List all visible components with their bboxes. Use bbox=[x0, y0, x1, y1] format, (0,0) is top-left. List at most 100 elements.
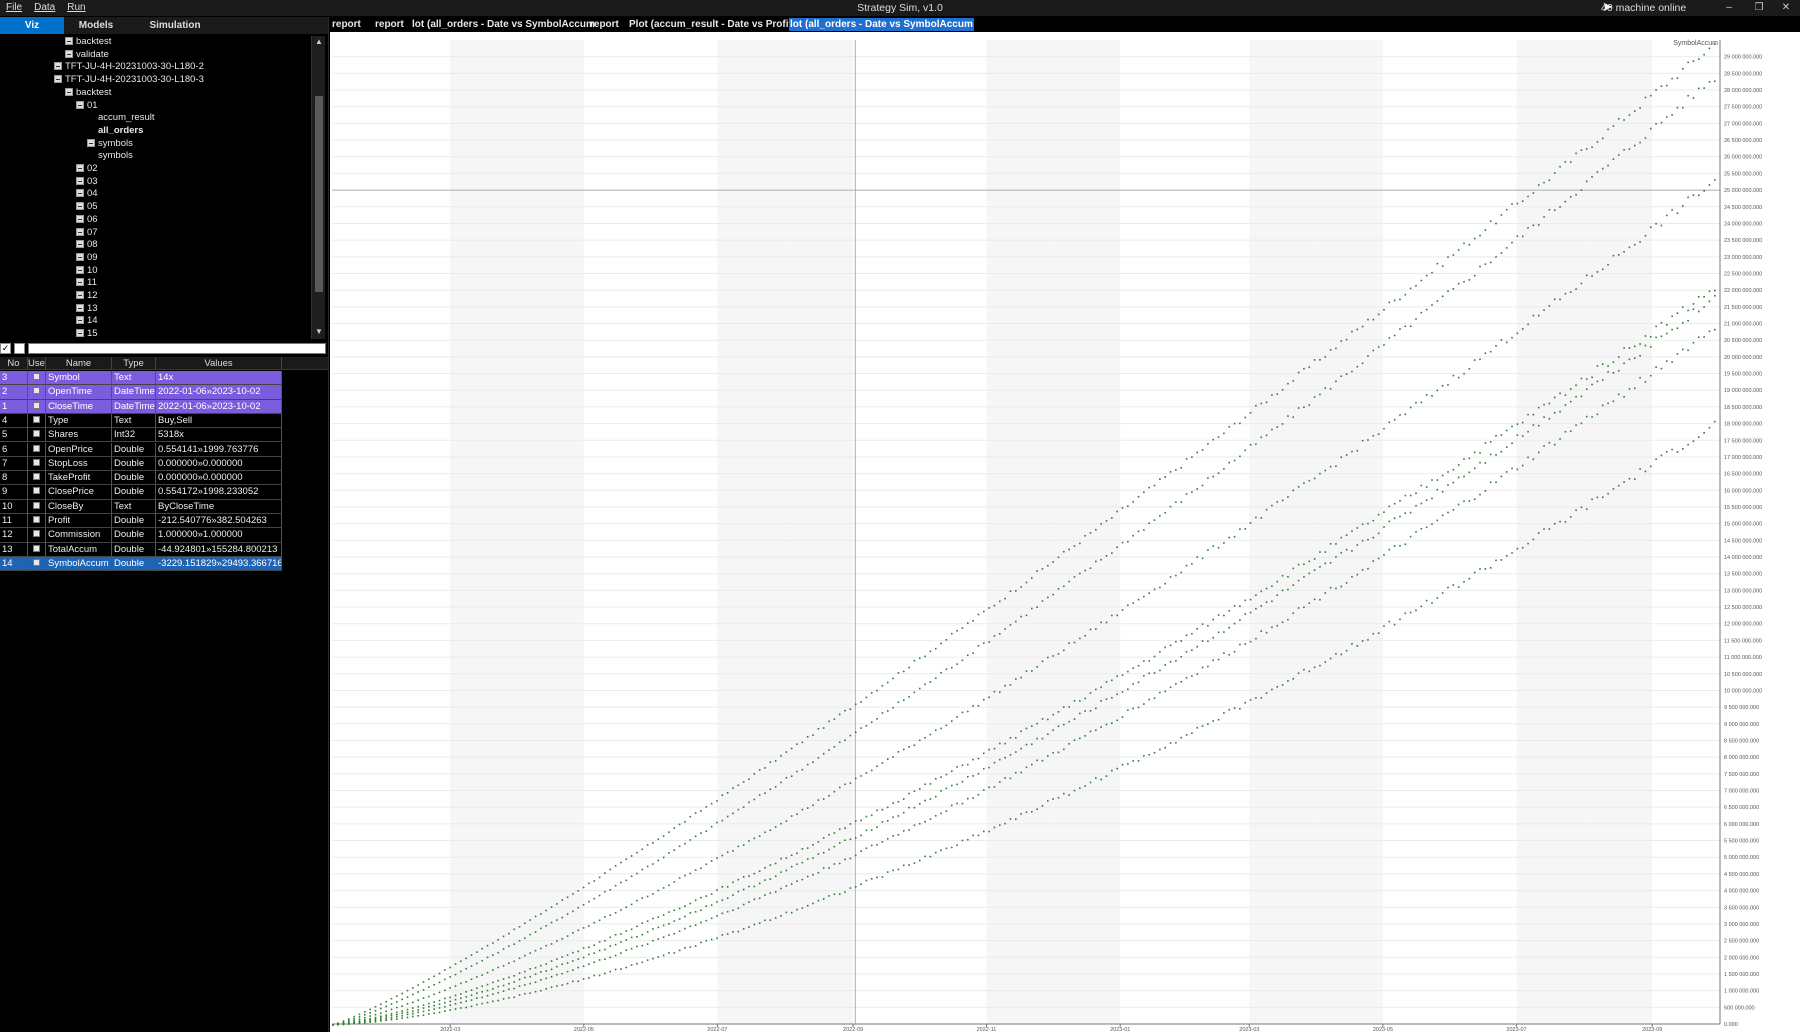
table-row[interactable]: 3 Symbol Text 14x bbox=[0, 371, 282, 386]
table-row[interactable]: 8 TakeProfit Double 0.000000»0.000000 bbox=[0, 471, 282, 486]
collapse-toggle-icon[interactable] bbox=[54, 75, 62, 84]
table-row[interactable]: 14 SymbolAccum Double -3229.151829»29493.36… bbox=[0, 556, 282, 572]
use-checkbox[interactable] bbox=[33, 501, 40, 509]
close-button[interactable]: ✕ bbox=[1772, 0, 1800, 16]
collapse-toggle-icon[interactable] bbox=[76, 303, 84, 312]
collapse-toggle-icon[interactable] bbox=[76, 227, 84, 236]
tree-node[interactable]: backtest bbox=[65, 36, 111, 49]
collapse-toggle-icon[interactable] bbox=[65, 87, 73, 96]
table-row[interactable]: 1 CloseTime DateTime 2022-01-06»2023-10-02 bbox=[0, 399, 282, 414]
tree-node[interactable]: accum_result bbox=[98, 112, 155, 125]
tree-node[interactable]: 11 bbox=[76, 277, 97, 290]
table-row[interactable]: 10 CloseBy Text ByCloseTime bbox=[0, 499, 282, 514]
doc-tab-report-2[interactable]: report bbox=[375, 18, 404, 31]
cell-use[interactable] bbox=[28, 471, 46, 486]
use-checkbox[interactable] bbox=[33, 430, 40, 438]
doc-tab-report-1[interactable]: report bbox=[332, 18, 361, 31]
tab-models[interactable]: Models bbox=[64, 17, 128, 34]
cell-use[interactable] bbox=[28, 385, 46, 400]
tree-node[interactable]: 05 bbox=[76, 201, 98, 214]
collapse-toggle-icon[interactable] bbox=[76, 291, 84, 299]
header-name[interactable]: Name bbox=[46, 357, 112, 370]
menu-run[interactable]: Run bbox=[67, 2, 85, 13]
use-checkbox[interactable] bbox=[33, 544, 40, 552]
header-values[interactable]: Values bbox=[156, 357, 282, 370]
menu-data[interactable]: Data bbox=[34, 2, 55, 13]
header-use[interactable]: Use bbox=[28, 357, 46, 370]
scatter-plot[interactable]: 0.000 500 000.000 1 000 000.000 1 500 000.0… bbox=[330, 32, 1800, 1032]
cell-use[interactable] bbox=[28, 542, 46, 557]
tree-node[interactable]: 12 bbox=[76, 290, 98, 303]
table-row[interactable]: 4 Type Text Buy,Sell bbox=[0, 413, 282, 429]
tree-node[interactable]: TFT-JU-4H-20231003-30-L180-3 bbox=[54, 74, 204, 87]
scroll-down-icon[interactable]: ▼ bbox=[312, 326, 326, 338]
tree-node[interactable]: 10 bbox=[76, 265, 98, 278]
collapse-toggle-icon[interactable] bbox=[76, 164, 84, 172]
doc-tab-report-3[interactable]: report bbox=[590, 18, 619, 31]
use-checkbox[interactable] bbox=[33, 415, 40, 423]
menu-file[interactable]: File bbox=[6, 2, 22, 13]
tree-node[interactable]: validate bbox=[65, 49, 109, 62]
collapse-toggle-icon[interactable] bbox=[76, 189, 84, 198]
panel-splitter[interactable] bbox=[328, 17, 329, 1032]
tree-node[interactable]: 14 bbox=[76, 315, 98, 328]
tree-node[interactable]: 03 bbox=[76, 176, 98, 189]
tree-node[interactable]: 07 bbox=[76, 227, 98, 240]
doc-tab-plot-symbolaccum-2[interactable]: lot (all_orders - Date vs SymbolAccum bbox=[789, 18, 974, 31]
table-row[interactable]: 5 Shares Int32 5318x bbox=[0, 428, 282, 443]
tree-node[interactable]: 01 bbox=[76, 100, 98, 113]
cell-use[interactable] bbox=[28, 514, 46, 529]
collapse-toggle-icon[interactable] bbox=[76, 176, 84, 185]
collapse-toggle-icon[interactable] bbox=[65, 37, 73, 45]
tree-node[interactable]: 15 bbox=[76, 328, 98, 339]
table-row[interactable]: 13 TotalAccum Double -44.924801»155284.8002… bbox=[0, 542, 282, 557]
cell-use[interactable] bbox=[28, 485, 46, 500]
cell-use[interactable] bbox=[28, 413, 46, 429]
use-checkbox[interactable] bbox=[33, 458, 40, 466]
table-row[interactable]: 11 Profit Double -212.540776»382.504263 bbox=[0, 514, 282, 529]
use-checkbox[interactable] bbox=[33, 473, 40, 481]
tree-node[interactable]: symbols bbox=[98, 150, 133, 163]
select-none-checkbox[interactable] bbox=[14, 343, 25, 354]
collapse-toggle-icon[interactable] bbox=[87, 138, 95, 147]
collapse-toggle-icon[interactable] bbox=[76, 202, 84, 211]
scroll-thumb[interactable] bbox=[315, 96, 323, 292]
collapse-toggle-icon[interactable] bbox=[76, 100, 84, 109]
tree-scrollbar[interactable]: ▲ ▼ bbox=[311, 36, 325, 339]
collapse-toggle-icon[interactable] bbox=[76, 316, 84, 325]
cell-use[interactable] bbox=[28, 399, 46, 414]
header-no[interactable]: No bbox=[0, 357, 28, 370]
header-type[interactable]: Type bbox=[112, 357, 156, 370]
collapse-toggle-icon[interactable] bbox=[54, 62, 62, 71]
tree-node[interactable]: 08 bbox=[76, 239, 98, 252]
tab-simulation[interactable]: Simulation bbox=[128, 17, 222, 34]
tree-node[interactable]: 04 bbox=[76, 188, 98, 201]
tree-node[interactable]: symbols bbox=[87, 138, 133, 151]
use-checkbox[interactable] bbox=[33, 401, 40, 409]
experiment-tree[interactable]: backtest validate TFT-JU-4H-20231003-30-L1… bbox=[0, 36, 312, 339]
maximize-button[interactable]: ❐ bbox=[1745, 0, 1773, 16]
use-checkbox[interactable] bbox=[33, 487, 40, 495]
table-row[interactable]: 9 ClosePrice Double 0.554172»1998.233052 bbox=[0, 485, 282, 500]
table-row[interactable]: 2 OpenTime DateTime 2022-01-06»2023-10-02 bbox=[0, 385, 282, 400]
collapse-toggle-icon[interactable] bbox=[76, 265, 84, 274]
table-row[interactable]: 7 StopLoss Double 0.000000»0.000000 bbox=[0, 456, 282, 472]
tree-node[interactable]: all_orders bbox=[98, 125, 143, 138]
select-all-checkbox[interactable]: ✓ bbox=[0, 343, 11, 354]
use-checkbox[interactable] bbox=[33, 516, 40, 523]
use-checkbox[interactable] bbox=[33, 387, 40, 395]
tree-node[interactable]: TFT-JU-4H-20231003-30-L180-2 bbox=[54, 61, 204, 74]
tree-node[interactable]: 09 bbox=[76, 252, 98, 265]
doc-tab-plot-profit[interactable]: Plot (accum_result - Date vs Profit) bbox=[629, 18, 795, 31]
minimize-button[interactable]: – bbox=[1715, 0, 1743, 16]
tree-node[interactable]: backtest bbox=[65, 87, 111, 100]
use-checkbox[interactable] bbox=[33, 444, 40, 452]
chart-svg[interactable]: 0.000500 000.0001 000 000.0001 500 000.0… bbox=[330, 32, 1800, 1032]
tree-node[interactable]: 02 bbox=[76, 163, 98, 176]
doc-tab-plot-symbolaccum-1[interactable]: lot (all_orders - Date vs SymbolAccum bbox=[412, 18, 595, 31]
tree-node[interactable]: 13 bbox=[76, 303, 98, 316]
cell-use[interactable] bbox=[28, 556, 46, 572]
cell-use[interactable] bbox=[28, 456, 46, 472]
table-row[interactable]: 6 OpenPrice Double 0.554141»1999.763776 bbox=[0, 442, 282, 457]
collapse-toggle-icon[interactable] bbox=[76, 214, 84, 223]
